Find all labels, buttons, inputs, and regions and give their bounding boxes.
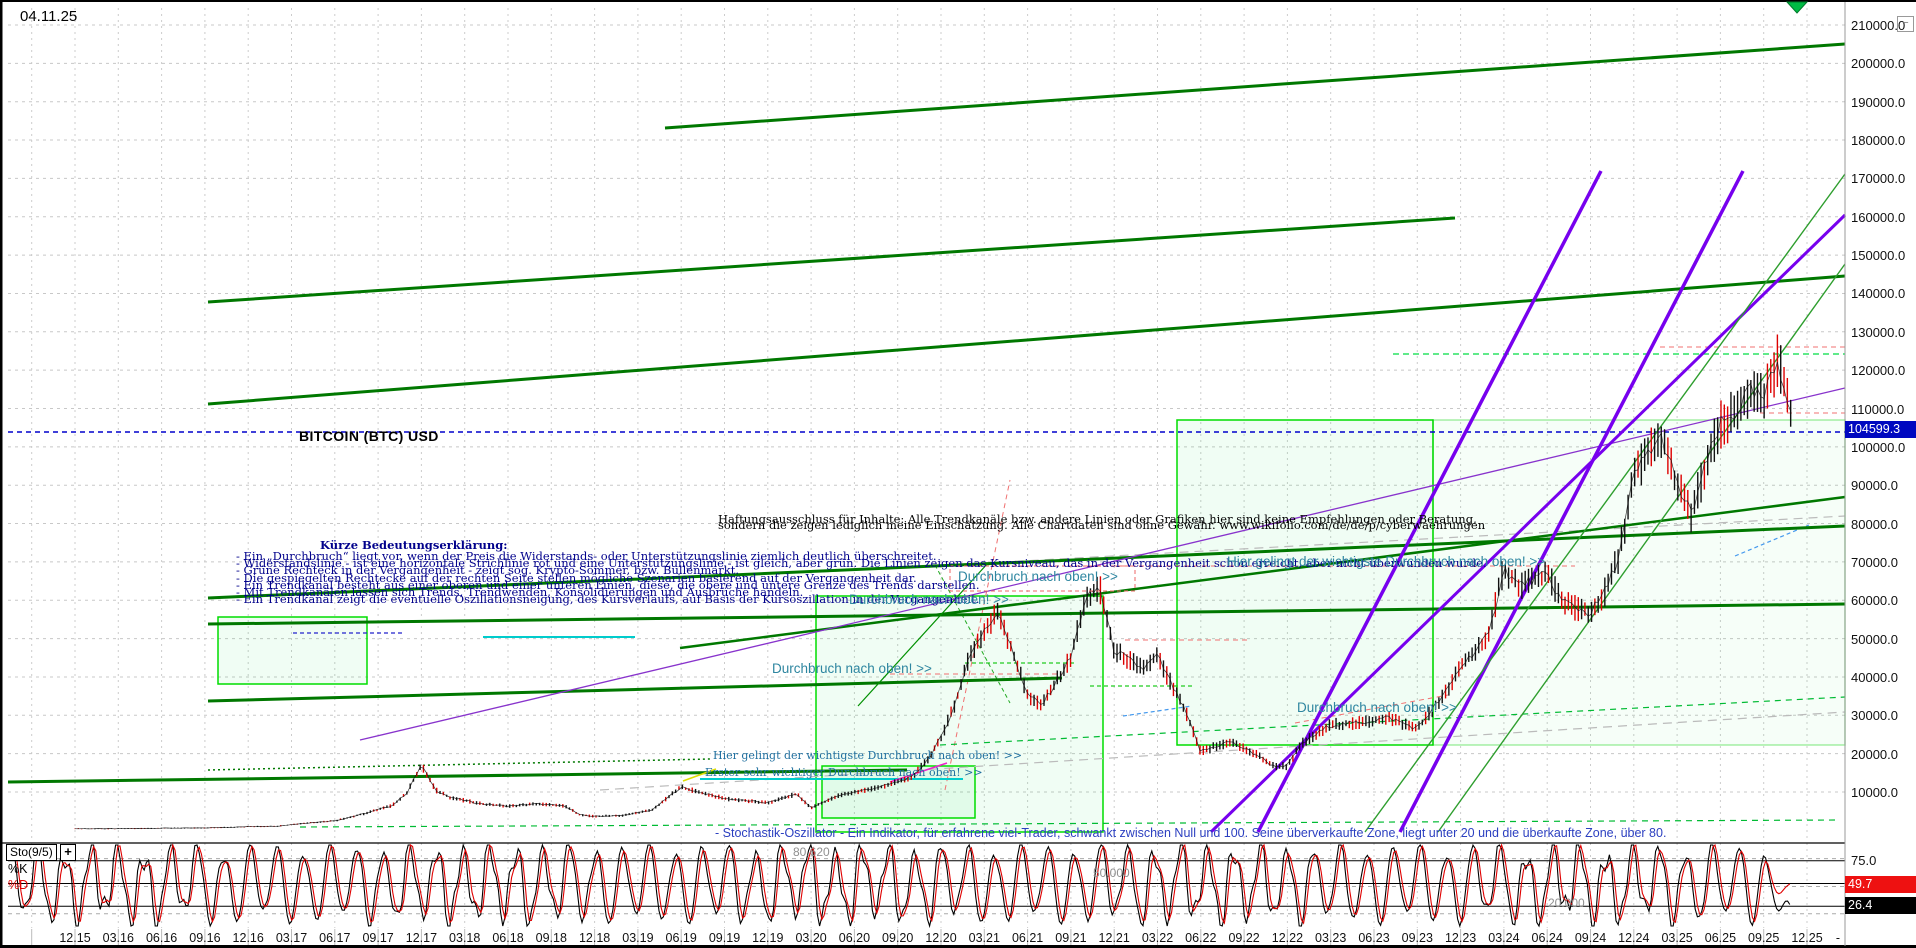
- x-axis-label: 09.16: [189, 931, 220, 945]
- chart-canvas[interactable]: [0, 0, 1916, 948]
- y-axis-label: 30000.0: [1851, 708, 1898, 723]
- x-axis-label: 12.18: [579, 931, 610, 945]
- y-axis-label: 110000.0: [1851, 402, 1904, 417]
- annotation-durchbruch: Hier gelingt der wichtigste Durchbruch n…: [1227, 554, 1545, 569]
- x-axis-label: 03.21: [969, 931, 1000, 945]
- annotation-durchbruch: Durchbruch nach oben! >>: [1297, 700, 1457, 715]
- x-axis-label: 06.18: [492, 931, 523, 945]
- annotation-stochastic-description: - Stochastik-Oszillator - Ein Indikator,…: [715, 826, 1666, 840]
- x-axis-label: 12.24: [1618, 931, 1649, 945]
- x-axis-label: 12.20: [925, 931, 956, 945]
- percent-k-label: %K: [8, 862, 27, 876]
- annotation-durchbruch: Durchbruch nach oben! >>: [958, 569, 1118, 584]
- y-axis-label: 190000.0: [1851, 95, 1905, 110]
- percent-d-value-badge: 49.7: [1845, 876, 1916, 893]
- x-axis-label: 12.16: [233, 931, 264, 945]
- x-axis-label: 06.22: [1185, 931, 1216, 945]
- x-axis-label: 06.16: [146, 931, 177, 945]
- y-axis-label: 140000.0: [1851, 286, 1905, 301]
- x-axis-label: 09.21: [1055, 931, 1086, 945]
- x-axis-label: 09.17: [362, 931, 393, 945]
- y-axis-label: 170000.0: [1851, 171, 1905, 186]
- x-axis-label: 06.21: [1012, 931, 1043, 945]
- x-axis-label: 12.19: [752, 931, 783, 945]
- x-axis-label: 12.22: [1272, 931, 1303, 945]
- y-axis-label: 90000.0: [1851, 478, 1898, 493]
- stochastic-axis-tick: 75.0: [1851, 853, 1876, 868]
- y-axis-label: 100000.0: [1851, 440, 1905, 455]
- annotation-durchbruch-small: Hier gelingt der wichtigste Durchbruch n…: [713, 749, 1022, 762]
- y-axis-label: 180000.0: [1851, 133, 1905, 148]
- y-axis-label: 130000.0: [1851, 325, 1905, 340]
- disclaimer-line-2: sondern die zeigen lediglich meine Einsc…: [718, 518, 1485, 532]
- page-title: BITCOIN (BTC) USD: [299, 428, 439, 444]
- x-axis-end-marker: -: [1836, 931, 1840, 945]
- x-axis-label: 12.21: [1099, 931, 1130, 945]
- y-axis-label: 50000.0: [1851, 632, 1898, 647]
- y-axis-label: 60000.0: [1851, 593, 1898, 608]
- y-axis-label: 70000.0: [1851, 555, 1898, 570]
- percent-k-value-badge: 26.4: [1845, 897, 1916, 914]
- x-axis-label: 09.25: [1748, 931, 1779, 945]
- stochastic-d-line: [10, 845, 1790, 923]
- x-axis-label: 03.20: [795, 931, 826, 945]
- trend-line: [665, 44, 1845, 128]
- x-axis-label: 09.18: [536, 931, 567, 945]
- x-axis-label: 06.24: [1532, 931, 1563, 945]
- current-date-arrow-icon: [1787, 2, 1807, 13]
- x-axis-label: 03.19: [622, 931, 653, 945]
- y-axis-label: 120000.0: [1851, 363, 1905, 378]
- x-axis-label: 06.19: [666, 931, 697, 945]
- x-axis-label: 03.24: [1488, 931, 1519, 945]
- krypto-sommer-box: [218, 617, 367, 684]
- x-axis-label: 06.23: [1358, 931, 1389, 945]
- krypto-sommer-box: [1177, 420, 1433, 745]
- x-axis-label: 03.18: [449, 931, 480, 945]
- x-axis-label: 12.25: [1791, 931, 1822, 945]
- stoch-level-label: 50.000: [1093, 866, 1130, 880]
- x-axis-label: 06.25: [1705, 931, 1736, 945]
- y-axis-label: 160000.0: [1851, 210, 1905, 225]
- annotation-durchbruch-small: Erster sehr wichtiger Durchbruch nach ob…: [705, 766, 983, 779]
- x-axis-label: 12.23: [1445, 931, 1476, 945]
- minimize-icon[interactable]: −: [1897, 16, 1914, 32]
- x-axis-label: 03.25: [1661, 931, 1692, 945]
- x-axis-label: 09.19: [709, 931, 740, 945]
- x-axis-label: 12.17: [406, 931, 437, 945]
- y-axis-label: 80000.0: [1851, 517, 1898, 532]
- stoch-level-label: 20.000: [1548, 896, 1585, 910]
- current-price-badge: 104599.3: [1845, 421, 1916, 438]
- x-axis-label: 03.23: [1315, 931, 1346, 945]
- x-axis-label: 09.24: [1575, 931, 1606, 945]
- y-axis-label: 150000.0: [1851, 248, 1905, 263]
- x-axis-label: 06.20: [839, 931, 870, 945]
- stochastic-indicator-label[interactable]: Sto(9/5): [6, 844, 57, 861]
- chart-window: 04.11.25 BITCOIN (BTC) USD Haftungsaussc…: [0, 0, 1916, 948]
- plus-icon[interactable]: +: [60, 844, 76, 861]
- annotation-durchbruch: Durchbruch nach oben! >>: [849, 592, 1009, 607]
- x-axis-label: 12.15: [59, 931, 90, 945]
- x-axis-label: 03.16: [103, 931, 134, 945]
- x-axis-label: 09.23: [1402, 931, 1433, 945]
- krypto-sommer-box: [1433, 420, 1845, 745]
- y-axis-label: 20000.0: [1851, 747, 1898, 762]
- x-axis-label: 09.22: [1228, 931, 1259, 945]
- x-axis-label: 03.17: [276, 931, 307, 945]
- chart-date: 04.11.25: [20, 8, 77, 25]
- y-axis-label: 40000.0: [1851, 670, 1898, 685]
- x-axis-label: 09.20: [882, 931, 913, 945]
- annotation-durchbruch: Durchbruch nach oben! >>: [772, 661, 932, 676]
- percent-d-label: %D: [8, 878, 28, 892]
- y-axis-label: 10000.0: [1851, 785, 1898, 800]
- trend-line: [208, 276, 1845, 404]
- y-axis-label: 200000.0: [1851, 56, 1905, 71]
- trend-line: [208, 218, 1455, 302]
- drawn-dashed-line: [208, 759, 710, 770]
- x-axis-label: 06.17: [319, 931, 350, 945]
- x-axis-label: 03.22: [1142, 931, 1173, 945]
- stoch-level-label: 80.620: [793, 845, 830, 859]
